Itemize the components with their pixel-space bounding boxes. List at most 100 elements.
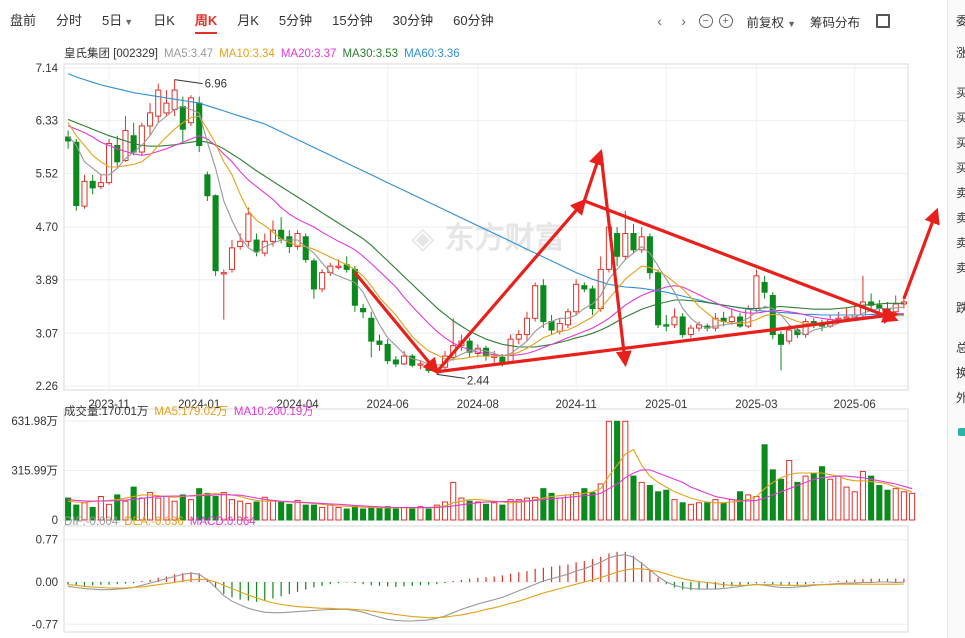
volume-bar-up <box>909 492 916 521</box>
candle-up <box>237 240 244 248</box>
volume-tick-label: 315.99万 <box>11 465 58 477</box>
tab-60min[interactable]: 60分钟 <box>443 0 503 42</box>
chevron-right-icon[interactable]: › <box>675 12 693 30</box>
candle-down <box>663 324 670 327</box>
tab-premarket[interactable]: 盘前 <box>0 0 46 42</box>
volume-bar-down <box>777 478 785 521</box>
date-tick-label: 2024-06 <box>367 399 409 411</box>
side-panel-label: 卖 <box>956 234 965 251</box>
volume-bar-up <box>269 499 276 521</box>
volume-bar-down <box>351 505 358 521</box>
annotation-leader <box>174 79 203 85</box>
side-panel-label: 委 <box>956 12 965 29</box>
macd-tick-label: 0.00 <box>36 577 58 589</box>
candle-down <box>630 233 637 251</box>
annotation-label: 2.44 <box>467 375 490 387</box>
fullscreen-icon[interactable] <box>876 14 890 28</box>
side-panel-accent <box>958 428 965 436</box>
tab-intraday[interactable]: 分时 <box>46 0 92 42</box>
tab-weekly-k[interactable]: 周K <box>185 0 227 42</box>
volume-bar-down <box>868 475 875 521</box>
candle-down <box>368 317 375 342</box>
candle-up <box>220 272 227 275</box>
candle-up <box>163 102 170 114</box>
zoom-out-icon[interactable]: − <box>698 14 713 28</box>
tab-5day[interactable]: 5日 ▼ <box>92 0 143 42</box>
dif-line <box>68 554 904 622</box>
volume-bar-up <box>900 491 907 521</box>
side-panel-label: 卖 <box>956 259 965 276</box>
volume-legend-item: MA5:179.02万 <box>154 406 228 418</box>
volume-bar-up <box>859 470 866 521</box>
side-panel-label: 跌 <box>956 299 965 316</box>
date-tick-label: 2025-06 <box>834 399 876 411</box>
volume-legend-item: MA10:200.19万 <box>234 406 314 418</box>
volume-bar-down <box>818 466 826 521</box>
candle-up <box>556 322 563 332</box>
tab-5min[interactable]: 5分钟 <box>269 0 322 42</box>
volume-bar-down <box>482 503 490 521</box>
volume-bar-up <box>474 501 481 521</box>
candle-up <box>523 317 531 336</box>
volume-bar-down <box>736 491 744 521</box>
volume-bar-up <box>687 503 694 521</box>
tab-15min[interactable]: 15分钟 <box>322 0 382 42</box>
candle-up <box>786 329 793 342</box>
tab-daily-k[interactable]: 日K <box>143 0 185 42</box>
candle-down <box>376 340 383 345</box>
price-legend-item: MA20:3.37 <box>281 48 337 60</box>
tab-label: 月K <box>237 13 259 28</box>
volume-bar-down <box>589 492 596 521</box>
candle-up <box>146 112 154 127</box>
side-panel-label: 总 <box>956 339 965 356</box>
tab-label: 盘前 <box>10 13 37 28</box>
date-tick-label: 2025-03 <box>735 399 777 411</box>
volume-bar-down <box>663 489 670 521</box>
tab-30min[interactable]: 30分钟 <box>383 0 443 42</box>
tab-label: 周K <box>194 13 218 28</box>
price-tick-label: 5.52 <box>36 169 58 181</box>
candle-down <box>204 174 211 197</box>
candle-down <box>179 105 186 130</box>
side-panel-label: 买 <box>956 109 965 126</box>
price-legend-item: MA5:3.47 <box>164 48 213 60</box>
volume-bar-up <box>450 481 457 521</box>
candle-down <box>655 272 662 326</box>
price-legend-item: MA30:3.53 <box>342 48 398 60</box>
candle-up <box>417 363 424 366</box>
side-panel-label: 涨 <box>956 44 965 61</box>
volume-bar-up <box>335 506 342 521</box>
volume-tick-label: 0 <box>52 515 58 527</box>
kline-chart[interactable]: 7.146.335.524.703.893.072.262023-11 2024-… <box>0 42 940 638</box>
zoom-in-icon[interactable]: + <box>718 14 733 28</box>
tab-monthly-k[interactable]: 月K <box>227 0 269 42</box>
candle-down <box>614 233 621 257</box>
candle-up <box>319 272 326 290</box>
volume-bar-up <box>622 420 629 521</box>
candle-up <box>843 316 850 319</box>
volume-bar-down <box>368 506 375 521</box>
adjust-dropdown[interactable]: 前复权 ▼ <box>747 12 796 31</box>
adjust-label: 前复权 <box>746 15 785 30</box>
chip-distribution-button[interactable]: 筹码分布 <box>810 12 860 31</box>
candle-down <box>384 343 391 362</box>
chevron-left-icon[interactable]: ‹ <box>651 12 669 30</box>
trend-arrow <box>902 207 940 300</box>
volume-bar-up <box>638 481 645 521</box>
macd-tick-label: -0.77 <box>32 619 58 631</box>
volume-bar-down <box>425 508 432 521</box>
candle-up <box>327 265 334 274</box>
volume-bar-down <box>720 502 727 521</box>
side-panel-label: 卖 <box>956 184 965 201</box>
side-panel-label: 买 <box>956 84 965 101</box>
candle-down <box>310 260 317 290</box>
tab-label: 日K <box>153 13 175 28</box>
date-tick-label: 2024-08 <box>457 399 499 411</box>
candle-up <box>622 233 629 257</box>
volume-bar-down <box>499 504 506 521</box>
side-panel-label: 买 <box>956 134 965 151</box>
candle-down <box>540 285 547 323</box>
price-legend-item: 皇氏集团 [002329] <box>64 46 158 60</box>
tab-label: 5分钟 <box>278 13 313 28</box>
volume-bar-up <box>294 499 301 521</box>
